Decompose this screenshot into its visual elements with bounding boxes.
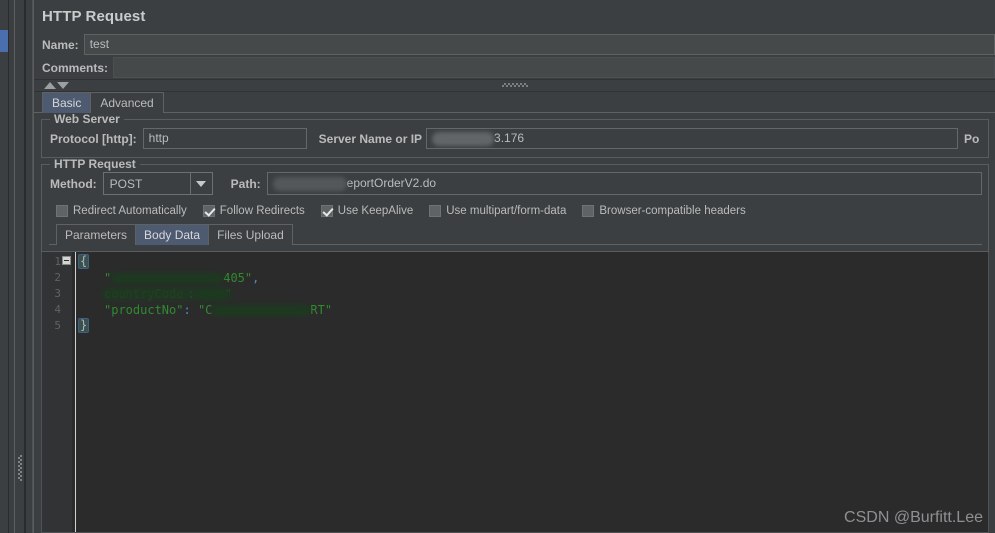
checkbox-use-keepalive[interactable]: Use KeepAlive: [320, 205, 414, 217]
checkbox-redirect-automatically[interactable]: Redirect Automatically: [56, 205, 187, 217]
json-key: "productNo": [104, 303, 184, 317]
checkbox-label: Follow Redirects: [219, 205, 305, 217]
method-value: POST: [109, 176, 143, 191]
line-number: 4: [54, 303, 61, 316]
tab-advanced[interactable]: Advanced: [90, 92, 164, 113]
code-line: "productNo": "C RT": [76, 302, 988, 318]
checkbox-follow-redirects[interactable]: Follow Redirects: [202, 205, 305, 217]
code-fold-icon[interactable]: [62, 256, 71, 265]
web-server-group-title: Web Server: [50, 113, 124, 126]
checkbox-box[interactable]: [56, 205, 68, 217]
web-server-row: Protocol [http]: http Server Name or IP …: [42, 126, 988, 151]
server-name-visible: 3.176: [494, 131, 525, 145]
request-options: Redirect Automatically Follow Redirects …: [42, 196, 988, 224]
editor-code-area[interactable]: { " 405", countryCode:" "productNo": "C RT…: [76, 252, 988, 532]
collapse-up-icon[interactable]: [44, 82, 56, 89]
code-line: {: [76, 254, 988, 270]
server-name-input[interactable]: 3.176: [426, 128, 958, 149]
comments-input[interactable]: [113, 57, 995, 78]
collapse-down-icon[interactable]: [57, 82, 69, 89]
web-server-group: Web Server Protocol [http]: http Server …: [41, 113, 989, 158]
tree-selected-node[interactable]: [0, 30, 8, 52]
method-select[interactable]: POST: [102, 172, 213, 195]
checkbox-label: Browser-compatible headers: [599, 205, 746, 217]
line-number: 2: [54, 271, 61, 284]
sampler-tabs: Basic Advanced: [34, 92, 995, 113]
tab-basic[interactable]: Basic: [42, 92, 92, 113]
editor-gutter: 1 2 3 4 5: [42, 252, 72, 532]
checkbox-label: Use multipart/form-data: [446, 205, 567, 217]
vertical-splitter-edge: [25, 0, 33, 533]
test-plan-tree-pane[interactable]: [0, 0, 8, 533]
port-label: Po: [964, 131, 980, 146]
body-tabs: Parameters Body Data Files Upload: [42, 224, 988, 245]
method-label: Method:: [50, 176, 97, 191]
name-label: Name:: [42, 37, 79, 52]
name-row: Name: test: [34, 33, 995, 56]
jmeter-window: HTTP Request Name: test Comments: Basic …: [0, 0, 995, 533]
tab-files-upload[interactable]: Files Upload: [208, 224, 293, 245]
name-input[interactable]: test: [83, 34, 995, 55]
checkbox-use-multipart-form-data[interactable]: Use multipart/form-data: [429, 205, 566, 217]
path-redaction: [272, 176, 347, 191]
value-head: "C: [197, 303, 213, 317]
path-label: Path:: [230, 176, 261, 191]
string-quote: ": [104, 271, 112, 285]
panel-collapse-strip: [34, 79, 995, 92]
brace-close: }: [78, 318, 90, 333]
checkbox-label: Redirect Automatically: [73, 205, 187, 217]
method-path-row: Method: POST Path: eportOrderV2.do: [42, 171, 988, 196]
line-number: 5: [54, 319, 61, 332]
code-line: }: [76, 318, 988, 334]
line-blur-overlay: [102, 288, 232, 300]
checkbox-box[interactable]: [429, 205, 442, 217]
protocol-input[interactable]: http: [142, 128, 307, 149]
line-number: 3: [54, 287, 61, 300]
vertical-splitter[interactable]: [14, 0, 25, 533]
comma: ,: [252, 271, 260, 285]
splitter-grip-icon[interactable]: [18, 455, 22, 481]
tab-parameters[interactable]: Parameters: [56, 224, 137, 245]
value-tail: RT": [310, 303, 333, 317]
body-data-editor[interactable]: 1 2 3 4 5 { " 405", countryCode:" "produc…: [41, 252, 989, 533]
checkbox-box[interactable]: [582, 205, 595, 217]
path-visible: eportOrderV2.do: [346, 176, 437, 190]
chevron-down-icon[interactable]: [189, 173, 212, 194]
colon: :: [183, 303, 191, 317]
page-title: HTTP Request: [42, 8, 146, 25]
tab-body-data[interactable]: Body Data: [135, 224, 210, 245]
checkbox-box[interactable]: [202, 205, 215, 217]
checkbox-browser-compatible-headers[interactable]: Browser-compatible headers: [582, 205, 746, 217]
checkbox-box[interactable]: [320, 205, 333, 217]
checkbox-label: Use KeepAlive: [337, 205, 414, 217]
code-line: " 405",: [76, 270, 988, 286]
body-redaction: [111, 273, 224, 284]
comments-row: Comments:: [34, 57, 995, 78]
body-redaction: [212, 305, 311, 316]
http-request-group: HTTP Request Method: POST Path: eportOrd…: [41, 158, 989, 252]
path-input[interactable]: eportOrderV2.do: [266, 172, 982, 195]
server-name-label: Server Name or IP: [318, 131, 423, 146]
comments-label: Comments:: [42, 60, 109, 75]
horizontal-splitter-grip-icon[interactable]: [501, 83, 528, 87]
server-name-redaction: [432, 131, 495, 146]
protocol-label: Protocol [http]:: [50, 131, 137, 146]
code-line: countryCode:": [76, 286, 988, 302]
brace-open: {: [78, 254, 90, 269]
http-request-group-title: HTTP Request: [50, 158, 140, 171]
http-request-panel: HTTP Request Name: test Comments: Basic …: [33, 0, 995, 533]
string-tail: 405": [223, 271, 253, 285]
